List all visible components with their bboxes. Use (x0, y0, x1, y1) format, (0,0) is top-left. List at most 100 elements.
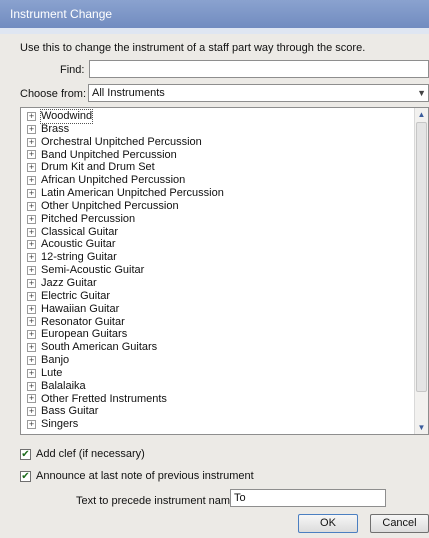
tree-item[interactable]: + Electric Guitar (27, 290, 410, 303)
checkmark-icon: ✔ (21, 470, 30, 482)
tree-item[interactable]: + Band Unpitched Percussion (27, 149, 410, 162)
plus-box-icon[interactable]: + (27, 407, 36, 417)
tree-item-label: Balalaika (41, 379, 86, 392)
scroll-down-icon[interactable]: ▼ (415, 421, 428, 434)
tree-item[interactable]: + Jazz Guitar (27, 277, 410, 290)
tree-item[interactable]: + Drum Kit and Drum Set (27, 161, 410, 174)
tree-item-label: Brass (41, 122, 70, 135)
plus-box-icon[interactable]: + (27, 214, 36, 224)
tree-item[interactable]: + Orchestral Unpitched Percussion (27, 136, 410, 149)
plus-box-icon[interactable]: + (27, 343, 36, 353)
tree-item[interactable]: + Balalaika (27, 380, 410, 393)
tree-item[interactable]: + Other Unpitched Percussion (27, 200, 410, 213)
plus-box-icon[interactable]: + (27, 176, 36, 186)
tree-item[interactable]: + Other Fretted Instruments (27, 393, 410, 406)
find-input[interactable] (89, 60, 429, 78)
plus-box-icon[interactable]: + (27, 291, 36, 301)
window-title: Instrument Change (10, 7, 113, 21)
plus-box-icon[interactable]: + (27, 330, 36, 340)
tree-item-label: Woodwind (39, 109, 94, 124)
tree-item-label: Jazz Guitar (41, 276, 97, 289)
prefix-input[interactable]: To (230, 489, 386, 507)
tree-item-label: Latin American Unpitched Percussion (41, 187, 224, 200)
plus-box-icon[interactable]: + (27, 355, 36, 365)
instrument-tree-list: + Woodwind + Brass + Orchestral Unpitched Per… (27, 109, 410, 431)
choose-from-value: All Instruments (92, 87, 165, 99)
tree-item[interactable]: + Bass Guitar (27, 405, 410, 418)
tree-item-label: Semi-Acoustic Guitar (41, 264, 145, 277)
tree-item[interactable]: + Classical Guitar (27, 226, 410, 239)
announce-option[interactable]: ✔ Announce at last note of previous inst… (20, 470, 254, 482)
tree-item-label: African Unpitched Percussion (41, 174, 186, 187)
tree-item-label: Electric Guitar (41, 289, 111, 302)
tree-item-label: Singers (41, 418, 79, 431)
cancel-button[interactable]: Cancel (370, 514, 429, 533)
tree-item[interactable]: + Woodwind (27, 109, 410, 124)
tree-item-label: 12-string Guitar (41, 251, 117, 264)
tree-item[interactable]: + African Unpitched Percussion (27, 174, 410, 187)
dialog-description: Use this to change the instrument of a s… (20, 42, 366, 54)
plus-box-icon[interactable]: + (27, 227, 36, 237)
tree-item[interactable]: + Acoustic Guitar (27, 238, 410, 251)
tree-item[interactable]: + Semi-Acoustic Guitar (27, 264, 410, 277)
plus-box-icon[interactable]: + (27, 317, 36, 327)
tree-item-label: Other Unpitched Percussion (41, 199, 179, 212)
plus-box-icon[interactable]: + (27, 278, 36, 288)
tree-item-label: Banjo (41, 354, 70, 367)
plus-box-icon[interactable]: + (27, 201, 36, 211)
tree-item[interactable]: + Pitched Percussion (27, 213, 410, 226)
tree-item-label: Acoustic Guitar (41, 238, 116, 251)
find-label: Find: (60, 64, 85, 76)
scroll-thumb[interactable] (416, 122, 427, 392)
add-clef-checkbox[interactable]: ✔ (20, 448, 31, 460)
title-bar-highlight (0, 28, 429, 34)
plus-box-icon[interactable]: + (27, 188, 36, 198)
tree-item-label: Band Unpitched Percussion (41, 148, 177, 161)
tree-item-label: Drum Kit and Drum Set (41, 161, 155, 174)
plus-box-icon[interactable]: + (27, 266, 36, 276)
tree-item-label: Other Fretted Instruments (41, 392, 167, 405)
plus-box-icon[interactable]: + (27, 368, 36, 378)
plus-box-icon[interactable]: + (27, 381, 36, 391)
plus-box-icon[interactable]: + (27, 150, 36, 160)
plus-box-icon[interactable]: + (27, 394, 36, 404)
tree-item[interactable]: + Brass (27, 123, 410, 136)
tree-item[interactable]: + Hawaiian Guitar (27, 303, 410, 316)
instrument-tree[interactable]: + Woodwind + Brass + Orchestral Unpitched Per… (20, 107, 429, 435)
plus-box-icon[interactable]: + (27, 240, 36, 250)
tree-item-label: Classical Guitar (41, 225, 119, 238)
tree-item-label: Resonator Guitar (41, 315, 125, 328)
add-clef-label: Add clef (if necessary) (36, 448, 145, 460)
tree-item[interactable]: + Banjo (27, 354, 410, 367)
plus-box-icon[interactable]: + (27, 304, 36, 314)
tree-item[interactable]: + Singers (27, 418, 410, 431)
tree-item-label: Orchestral Unpitched Percussion (41, 135, 202, 148)
tree-scrollbar[interactable]: ▲ ▼ (414, 108, 428, 434)
tree-item-label: Lute (41, 366, 63, 379)
plus-box-icon[interactable]: + (27, 111, 36, 121)
announce-label: Announce at last note of previous instru… (36, 470, 254, 482)
tree-item-label: Hawaiian Guitar (41, 302, 120, 315)
prefix-label: Text to precede instrument name: (76, 495, 240, 507)
announce-checkbox[interactable]: ✔ (20, 470, 31, 482)
tree-item[interactable]: +12-string Guitar (27, 251, 410, 264)
add-clef-option[interactable]: ✔ Add clef (if necessary) (20, 448, 145, 460)
tree-item[interactable]: + Latin American Unpitched Percussion (27, 187, 410, 200)
plus-box-icon[interactable]: + (27, 253, 36, 263)
plus-box-icon[interactable]: + (27, 420, 36, 430)
choose-from-select[interactable]: All Instruments ▼ (88, 84, 429, 102)
tree-item[interactable]: + South American Guitars (27, 341, 410, 354)
plus-box-icon[interactable]: + (27, 163, 36, 173)
plus-box-icon[interactable]: + (27, 137, 36, 147)
plus-box-icon[interactable]: + (27, 124, 36, 134)
tree-item-label: European Guitars (41, 328, 128, 341)
tree-item[interactable]: + Resonator Guitar (27, 316, 410, 329)
chevron-down-icon: ▼ (417, 88, 426, 98)
scroll-up-icon[interactable]: ▲ (415, 108, 428, 121)
tree-item-label: South American Guitars (41, 341, 158, 354)
title-bar[interactable]: Instrument Change (0, 0, 429, 34)
tree-item-label: Bass Guitar (41, 405, 99, 418)
tree-item[interactable]: + Lute (27, 367, 410, 380)
ok-button[interactable]: OK (298, 514, 358, 533)
tree-item[interactable]: + European Guitars (27, 328, 410, 341)
